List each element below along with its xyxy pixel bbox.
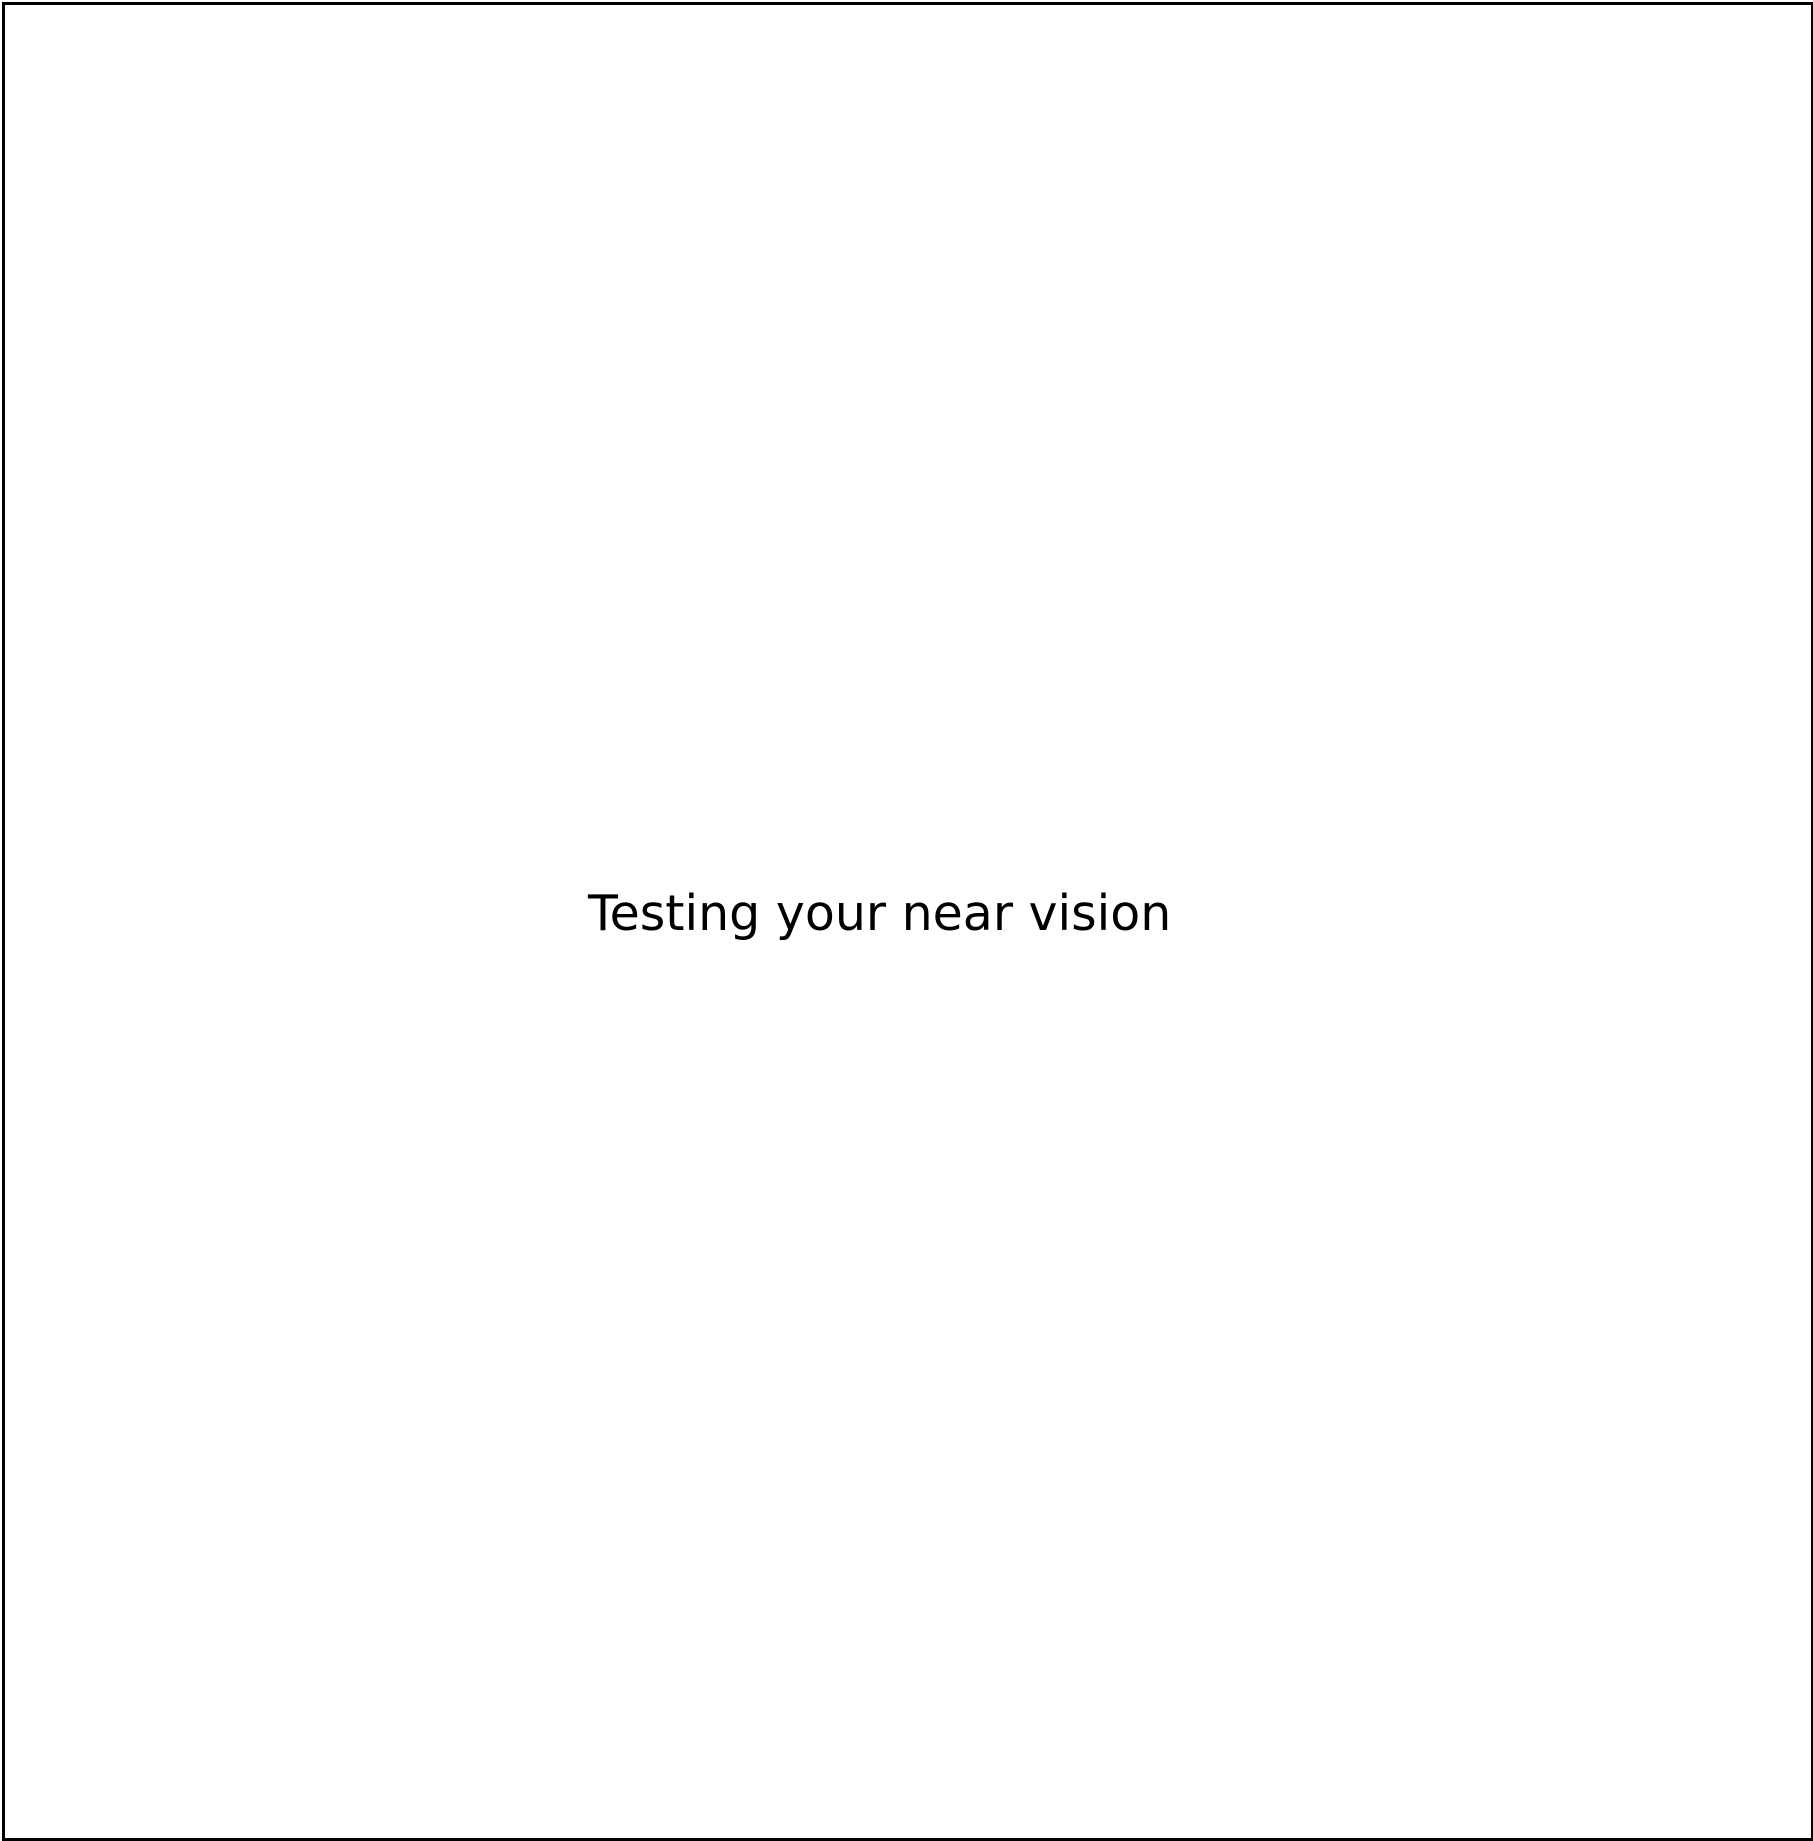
page-heading: Testing your near vision xyxy=(588,885,1172,942)
page-frame: Testing your near vision xyxy=(2,2,1813,1841)
